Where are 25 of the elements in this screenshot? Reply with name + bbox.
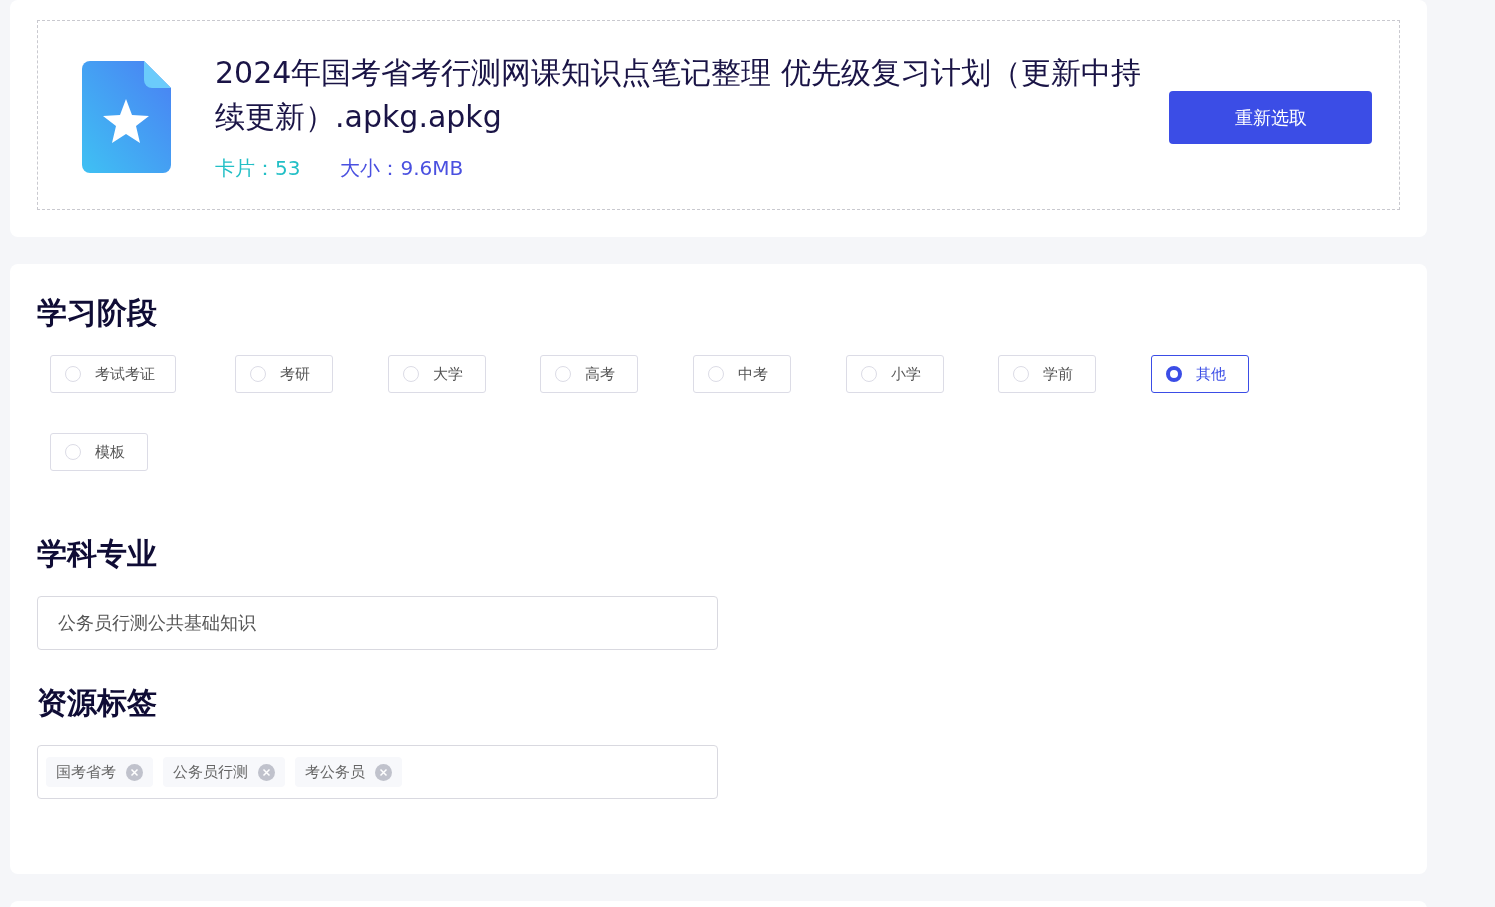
stage-option[interactable]: 考试考证	[50, 355, 176, 393]
reselect-button[interactable]: 重新选取	[1169, 90, 1372, 144]
stage-option[interactable]: 模板	[50, 433, 148, 471]
stage-option[interactable]: 中考	[693, 355, 792, 393]
section-title: 学习阶段	[37, 294, 158, 332]
remove-icon[interactable]	[126, 763, 143, 781]
file-size: 大小：9.6MB	[340, 155, 464, 182]
stage-option[interactable]: 考研	[235, 355, 333, 393]
remove-icon[interactable]	[258, 763, 275, 781]
stage-option[interactable]: 学前	[998, 355, 1097, 393]
card-count: 卡片：53	[215, 155, 301, 182]
tag-label: 考公务员	[305, 761, 365, 783]
section-title: 资源标签	[37, 684, 158, 722]
stage-option[interactable]: 小学	[845, 355, 944, 393]
tag-label: 公务员行测	[173, 761, 248, 783]
section-title: 学科专业	[37, 535, 158, 573]
tag-label: 国考省考	[56, 761, 116, 783]
stage-option[interactable]: 其他	[1151, 355, 1250, 393]
subject-field[interactable]: 公务员行测公共基础知识	[37, 596, 718, 650]
file-star-icon	[82, 61, 171, 173]
file-name: 2024年国考省考行测网课知识点笔记整理 优先级复习计划（更新中持续更新）.apkg.apkg	[215, 54, 1142, 136]
remove-icon[interactable]	[375, 763, 392, 781]
stage-option[interactable]: 高考	[540, 355, 639, 393]
tags-field[interactable]: 国考省考 公务员行测 考公务员	[37, 745, 718, 799]
stage-option[interactable]: 大学	[387, 355, 486, 393]
